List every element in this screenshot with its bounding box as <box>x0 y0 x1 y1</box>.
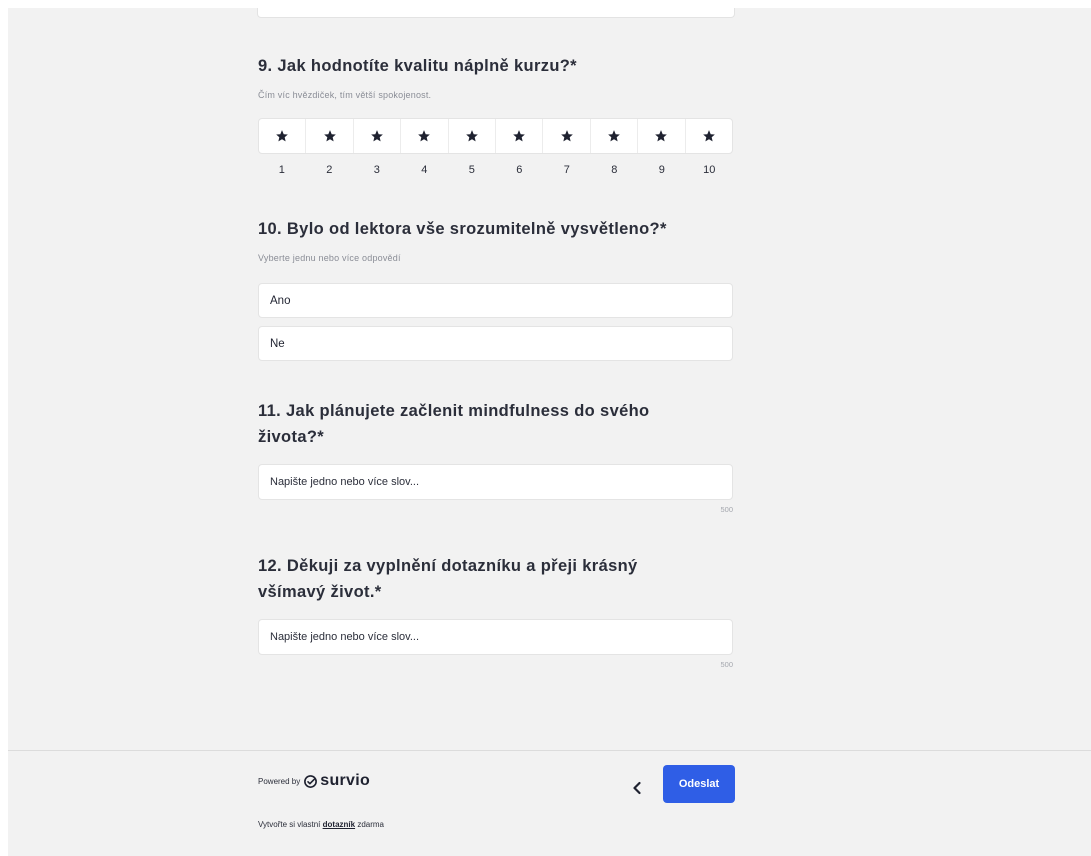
rating-scale-label: 3 <box>373 164 380 176</box>
rating-star-10[interactable] <box>686 119 732 153</box>
star-icon <box>513 130 526 142</box>
powered-by-survio[interactable]: Powered by survio <box>258 772 370 790</box>
question-12-char-limit: 500 <box>720 660 733 669</box>
question-9-hint: Čím víc hvězdiček, tím větší spokojenost… <box>258 90 432 100</box>
question-11-text-input[interactable] <box>258 464 733 500</box>
rating-star-8[interactable] <box>591 119 639 153</box>
star-icon <box>703 130 715 142</box>
rating-star-2[interactable] <box>306 119 354 153</box>
star-icon <box>323 130 336 142</box>
question-11-title-line-1: 11. Jak plánujete začlenit mindfulness d… <box>258 402 650 420</box>
question-12-title-line-1: 12. Děkuji za vyplnění dotazníku a přeji… <box>258 557 638 575</box>
create-survey-suffix: zdarma <box>357 820 384 829</box>
rating-scale-label: 7 <box>563 164 570 176</box>
question-10-hint: Vyberte jednu nebo více odpovědí <box>258 253 401 263</box>
create-survey-link[interactable]: dotazník <box>323 820 355 829</box>
previous-question-field[interactable] <box>257 8 735 18</box>
star-icon <box>560 130 573 142</box>
rating-scale-label: 9 <box>658 164 665 176</box>
question-11-title: 11. Jak plánujete začlenit mindfulness d… <box>258 398 650 450</box>
question-11-title-line-2: života?* <box>258 428 325 446</box>
question-10-title: 10. Bylo od lektora vše srozumitelně vys… <box>258 220 667 238</box>
star-icon <box>608 130 620 142</box>
rating-scale-label: 5 <box>468 164 475 176</box>
answer-option-label: Ne <box>270 337 285 350</box>
rating-star-9[interactable] <box>638 119 686 153</box>
rating-star-7[interactable] <box>543 119 591 153</box>
rating-scale-label: 2 <box>326 164 333 176</box>
answer-option-ano[interactable]: Ano <box>258 283 733 318</box>
rating-scale-label: 1 <box>278 164 285 176</box>
rating-star-1[interactable] <box>259 119 307 153</box>
survey-page: 9. Jak hodnotíte kvalitu náplně kurzu?* … <box>8 8 1091 856</box>
star-rating <box>258 118 733 154</box>
star-icon <box>276 130 289 142</box>
rating-star-5[interactable] <box>449 119 497 153</box>
star-icon <box>418 130 431 142</box>
answer-option-label: Ano <box>270 294 291 307</box>
star-icon <box>465 130 478 142</box>
question-12-text-input[interactable] <box>258 619 733 655</box>
question-12-title-line-2: všímavý život.* <box>258 583 382 601</box>
submit-button[interactable]: Odeslat <box>663 765 735 803</box>
rating-scale-label: 6 <box>516 164 523 176</box>
chevron-left-icon <box>633 781 641 795</box>
rating-scale-label: 10 <box>703 164 716 176</box>
rating-star-6[interactable] <box>496 119 544 153</box>
create-survey-prefix: Vytvořte si vlastní <box>258 820 321 829</box>
question-9-title: 9. Jak hodnotíte kvalitu náplně kurzu?* <box>258 57 577 75</box>
create-survey-promo: Vytvořte si vlastní dotazník zdarma <box>258 820 384 829</box>
survio-logo-text: survio <box>320 772 371 789</box>
footer-divider <box>8 750 1091 751</box>
powered-by-label: Powered by <box>258 776 301 786</box>
question-11-char-limit: 500 <box>720 505 733 514</box>
rating-scale-label: 8 <box>611 164 618 176</box>
star-icon <box>655 130 668 142</box>
star-icon <box>371 130 383 142</box>
rating-scale-labels: 1 2 3 4 5 6 7 8 9 10 <box>258 164 733 176</box>
survio-logo-icon <box>304 774 318 788</box>
back-button[interactable] <box>620 771 654 805</box>
question-12-title: 12. Děkuji za vyplnění dotazníku a přeji… <box>258 553 638 605</box>
rating-star-4[interactable] <box>401 119 449 153</box>
rating-star-3[interactable] <box>354 119 402 153</box>
answer-option-ne[interactable]: Ne <box>258 326 733 361</box>
rating-scale-label: 4 <box>421 164 428 176</box>
